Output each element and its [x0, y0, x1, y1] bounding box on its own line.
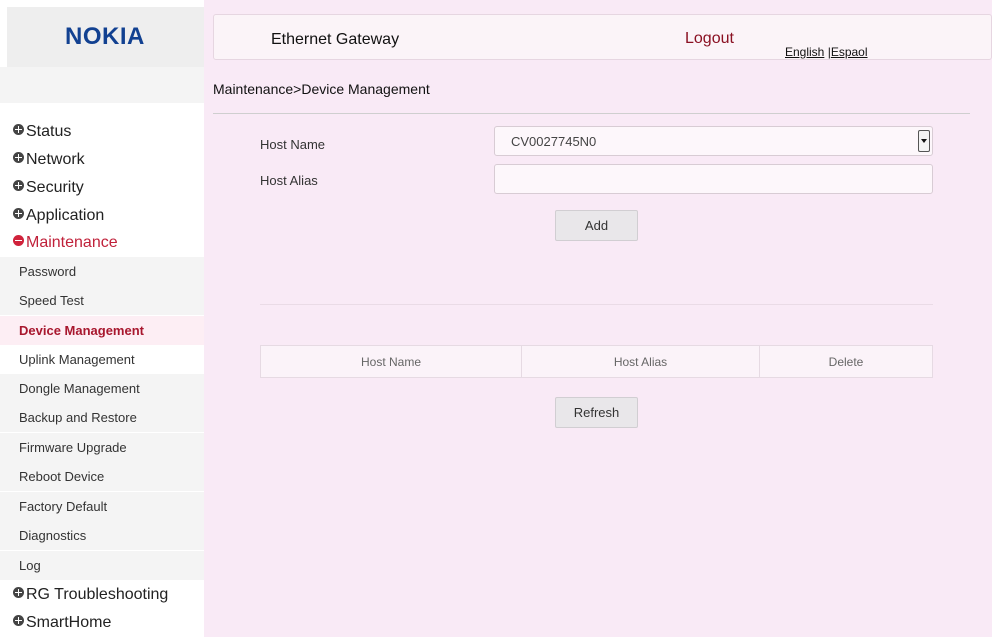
- sidebar-subitem-label: Password: [19, 264, 77, 279]
- divider: [213, 113, 970, 114]
- lang-english-link[interactable]: English: [785, 45, 824, 59]
- sidebar-subitem-password[interactable]: Password: [0, 257, 204, 286]
- sidebar-subitem-label: Uplink Management: [19, 352, 135, 367]
- host-name-select[interactable]: CV0027745N0: [494, 126, 933, 156]
- sidebar-subitem-label: Backup and Restore: [19, 410, 137, 425]
- host-table-header: Host Name Host Alias Delete: [260, 345, 933, 378]
- sidebar-subitem-label: Firmware Upgrade: [19, 440, 127, 455]
- column-header-host-name: Host Name: [261, 346, 522, 377]
- minus-icon: [13, 234, 24, 246]
- sidebar-subitem-label: Factory Default: [19, 499, 108, 514]
- sidebar-subitem-dongle-management[interactable]: Dongle Management: [0, 374, 204, 403]
- logo-box: NOKIA: [7, 7, 204, 67]
- app-title: Ethernet Gateway: [271, 31, 400, 48]
- sidebar-item-label: Status: [26, 123, 72, 140]
- plus-icon: [13, 123, 24, 135]
- add-button[interactable]: Add: [555, 210, 638, 241]
- sidebar-subitem-backup-restore[interactable]: Backup and Restore: [0, 403, 204, 432]
- header-bar: Ethernet Gateway Logout English |Espaol: [213, 14, 992, 60]
- sidebar-item-label: SmartHome: [26, 614, 112, 631]
- sidebar-item-application[interactable]: Application: [13, 204, 104, 228]
- plus-icon: [13, 586, 24, 598]
- column-header-host-alias: Host Alias: [522, 346, 760, 377]
- sidebar-subitem-device-management[interactable]: Device Management: [0, 316, 204, 345]
- section-divider: [260, 304, 933, 305]
- sidebar-subitem-label: Device Management: [19, 323, 144, 338]
- host-alias-label: Host Alias: [260, 173, 318, 188]
- sidebar-item-rg-troubleshooting[interactable]: RG Troubleshooting: [13, 583, 168, 607]
- column-header-delete: Delete: [828, 354, 864, 369]
- sidebar-item-security[interactable]: Security: [13, 176, 84, 200]
- sidebar-subitem-reboot-device[interactable]: Reboot Device: [0, 462, 204, 491]
- sidebar-item-network[interactable]: Network: [13, 148, 85, 172]
- host-alias-input[interactable]: [494, 164, 933, 194]
- sidebar-item-label: Maintenance: [26, 234, 118, 251]
- host-name-label: Host Name: [260, 137, 326, 152]
- sidebar-subitem-uplink-management[interactable]: Uplink Management: [0, 345, 204, 374]
- sidebar-subitem-label: Speed Test: [19, 293, 84, 308]
- nokia-logo: NOKIA: [65, 23, 145, 50]
- sidebar-subitem-diagnostics[interactable]: Diagnostics: [0, 521, 204, 550]
- sidebar-spacer: [0, 67, 204, 103]
- sidebar-subitem-label: Reboot Device: [19, 469, 105, 484]
- main-content: Ethernet Gateway Logout English |Espaol …: [204, 0, 992, 637]
- lang-spanish-link[interactable]: Espaol: [831, 45, 868, 59]
- sidebar-item-status[interactable]: Status: [13, 120, 71, 144]
- sidebar-subitem-firmware-upgrade[interactable]: Firmware Upgrade: [0, 433, 204, 462]
- sidebar-item-label: Network: [26, 151, 85, 168]
- sidebar-subitem-factory-default[interactable]: Factory Default: [0, 492, 204, 521]
- breadcrumb: Maintenance>Device Management: [213, 81, 430, 97]
- sidebar-subitem-label: Log: [19, 558, 41, 573]
- sidebar-item-label: Security: [26, 179, 84, 196]
- logout-link[interactable]: Logout: [685, 30, 734, 48]
- sidebar-subitem-log[interactable]: Log: [0, 551, 204, 580]
- plus-icon: [13, 151, 24, 163]
- sidebar-subitem-speed-test[interactable]: Speed Test: [0, 286, 204, 315]
- language-switcher: English |Espaol: [785, 45, 868, 59]
- sidebar-item-maintenance[interactable]: Maintenance: [13, 231, 118, 255]
- plus-icon: [13, 207, 24, 219]
- sidebar-item-smarthome[interactable]: SmartHome: [13, 611, 111, 635]
- sidebar-item-label: Application: [26, 207, 105, 224]
- chevron-down-icon[interactable]: [918, 130, 930, 152]
- sidebar-subitem-label: Dongle Management: [19, 381, 140, 396]
- sidebar: NOKIA Status Network Security Applicatio…: [0, 0, 204, 637]
- sidebar-item-label: RG Troubleshooting: [26, 586, 169, 603]
- refresh-button[interactable]: Refresh: [555, 397, 638, 428]
- plus-icon: [13, 179, 24, 191]
- host-name-select-value: CV0027745N0: [511, 134, 597, 149]
- sidebar-subitem-label: Diagnostics: [19, 528, 87, 543]
- plus-icon: [13, 614, 24, 626]
